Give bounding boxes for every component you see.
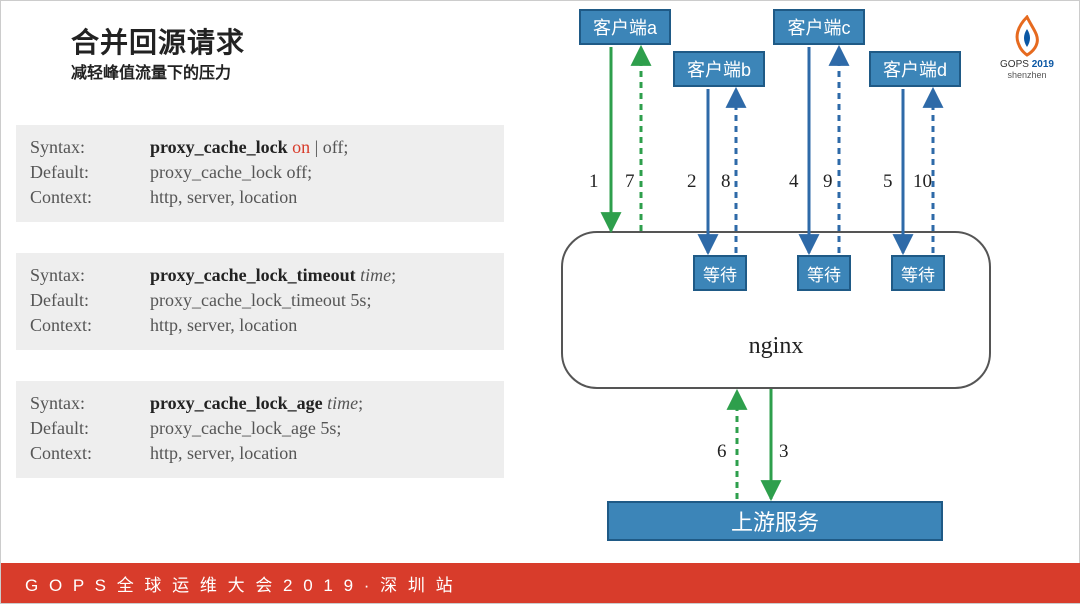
label-syntax: Syntax: xyxy=(30,137,150,158)
config-block-3: Syntax: proxy_cache_lock_age time; Defau… xyxy=(16,381,504,478)
footer-text: G O P S 全 球 运 维 大 会 2 0 1 9 · 深 圳 站 xyxy=(25,571,456,596)
footer-bar: G O P S 全 球 运 维 大 会 2 0 1 9 · 深 圳 站 xyxy=(1,563,1080,603)
syntax-value: proxy_cache_lock on | off; xyxy=(150,137,490,158)
label-syntax: Syntax: xyxy=(30,265,150,286)
arrows-svg xyxy=(561,1,1061,561)
label-context: Context: xyxy=(30,443,150,464)
config-block-2: Syntax: proxy_cache_lock_timeout time; D… xyxy=(16,253,504,350)
default-value: proxy_cache_lock_age 5s; xyxy=(150,418,490,439)
label-default: Default: xyxy=(30,290,150,311)
num-3: 3 xyxy=(779,441,789,463)
label-default: Default: xyxy=(30,162,150,183)
label-context: Context: xyxy=(30,315,150,336)
slide-subtitle: 减轻峰值流量下的压力 xyxy=(71,59,245,83)
num-10: 10 xyxy=(913,171,932,193)
num-2: 2 xyxy=(687,171,697,193)
num-9: 9 xyxy=(823,171,833,193)
num-1: 1 xyxy=(589,171,599,193)
request-flow-diagram: 客户端a 客户端b 客户端c 客户端d nginx 等待 等待 等待 上游服务 xyxy=(561,1,1061,561)
context-value: http, server, location xyxy=(150,443,490,464)
default-value: proxy_cache_lock off; xyxy=(150,162,490,183)
slide-root: 合并回源请求 减轻峰值流量下的压力 Syntax: proxy_cache_lo… xyxy=(0,0,1080,604)
context-value: http, server, location xyxy=(150,315,490,336)
num-7: 7 xyxy=(625,171,635,193)
context-value: http, server, location xyxy=(150,187,490,208)
config-block-1: Syntax: proxy_cache_lock on | off; Defau… xyxy=(16,125,504,222)
label-syntax: Syntax: xyxy=(30,393,150,414)
num-8: 8 xyxy=(721,171,731,193)
slide-title: 合并回源请求 xyxy=(71,21,245,61)
num-5: 5 xyxy=(883,171,893,193)
default-value: proxy_cache_lock_timeout 5s; xyxy=(150,290,490,311)
title-block: 合并回源请求 减轻峰值流量下的压力 xyxy=(71,21,245,83)
syntax-value: proxy_cache_lock_age time; xyxy=(150,393,490,414)
num-6: 6 xyxy=(717,441,727,463)
label-default: Default: xyxy=(30,418,150,439)
syntax-value: proxy_cache_lock_timeout time; xyxy=(150,265,490,286)
num-4: 4 xyxy=(789,171,799,193)
label-context: Context: xyxy=(30,187,150,208)
